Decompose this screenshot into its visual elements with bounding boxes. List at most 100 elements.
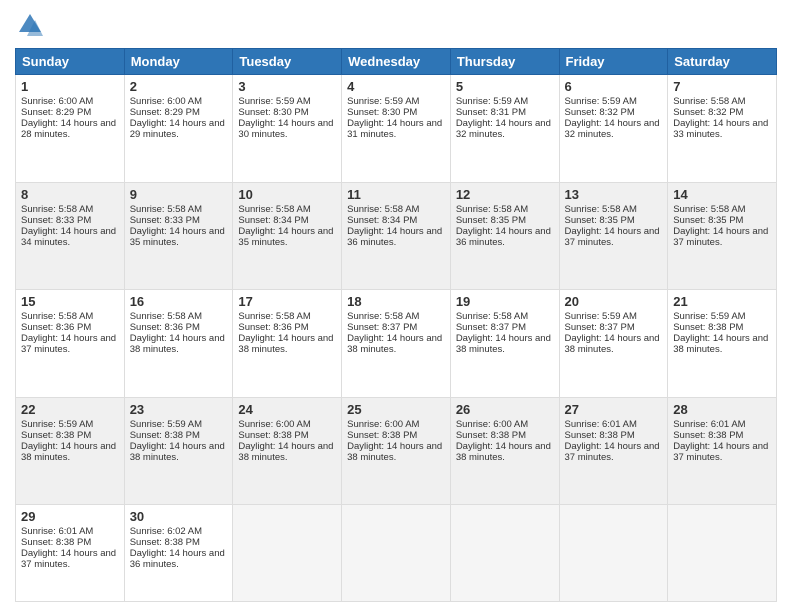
day-number: 1	[21, 79, 119, 94]
day-number: 9	[130, 187, 228, 202]
calendar-header-thursday: Thursday	[450, 49, 559, 75]
day-number: 29	[21, 509, 119, 524]
calendar-cell: 2 Sunrise: 6:00 AMSunset: 8:29 PMDaylight…	[124, 75, 233, 183]
day-number: 30	[130, 509, 228, 524]
day-info: Sunrise: 5:58 AMSunset: 8:34 PMDaylight:…	[238, 204, 333, 248]
calendar-week-row: 29 Sunrise: 6:01 AMSunset: 8:38 PMDayligh…	[16, 505, 777, 602]
calendar-header-wednesday: Wednesday	[342, 49, 451, 75]
calendar-cell: 29 Sunrise: 6:01 AMSunset: 8:38 PMDayligh…	[16, 505, 125, 602]
logo-icon	[15, 10, 45, 40]
day-number: 27	[565, 402, 663, 417]
calendar-cell: 10Sunrise: 5:58 AMSunset: 8:34 PMDayligh…	[233, 182, 342, 290]
day-number: 21	[673, 294, 771, 309]
day-number: 15	[21, 294, 119, 309]
day-info: Sunrise: 5:59 AMSunset: 8:31 PMDaylight:…	[456, 96, 551, 140]
day-info: Sunrise: 6:00 AMSunset: 8:29 PMDaylight:…	[21, 96, 116, 140]
day-info: Sunrise: 5:58 AMSunset: 8:36 PMDaylight:…	[238, 311, 333, 355]
day-info: Sunrise: 5:59 AMSunset: 8:30 PMDaylight:…	[347, 96, 442, 140]
calendar-cell: 23Sunrise: 5:59 AMSunset: 8:38 PMDayligh…	[124, 397, 233, 505]
calendar-header-friday: Friday	[559, 49, 668, 75]
day-number: 12	[456, 187, 554, 202]
day-number: 26	[456, 402, 554, 417]
day-number: 6	[565, 79, 663, 94]
day-info: Sunrise: 5:59 AMSunset: 8:38 PMDaylight:…	[673, 311, 768, 355]
page: SundayMondayTuesdayWednesdayThursdayFrid…	[0, 0, 792, 612]
day-info: Sunrise: 5:59 AMSunset: 8:37 PMDaylight:…	[565, 311, 660, 355]
calendar-week-row: 15 Sunrise: 5:58 AMSunset: 8:36 PMDayligh…	[16, 290, 777, 398]
calendar-cell: 25 Sunrise: 6:00 AMSunset: 8:38 PMDayligh…	[342, 397, 451, 505]
calendar-cell: 28 Sunrise: 6:01 AMSunset: 8:38 PMDayligh…	[668, 397, 777, 505]
day-info: Sunrise: 5:59 AMSunset: 8:32 PMDaylight:…	[565, 96, 660, 140]
day-info: Sunrise: 6:00 AMSunset: 8:38 PMDaylight:…	[347, 419, 442, 463]
day-info: Sunrise: 5:58 AMSunset: 8:36 PMDaylight:…	[130, 311, 225, 355]
day-info: Sunrise: 5:58 AMSunset: 8:35 PMDaylight:…	[565, 204, 660, 248]
calendar-table: SundayMondayTuesdayWednesdayThursdayFrid…	[15, 48, 777, 602]
day-info: Sunrise: 5:58 AMSunset: 8:34 PMDaylight:…	[347, 204, 442, 248]
calendar-cell: 17 Sunrise: 5:58 AMSunset: 8:36 PMDayligh…	[233, 290, 342, 398]
calendar-cell: 7 Sunrise: 5:58 AMSunset: 8:32 PMDaylight…	[668, 75, 777, 183]
header	[15, 10, 777, 40]
day-number: 22	[21, 402, 119, 417]
calendar-cell	[450, 505, 559, 602]
calendar-cell: 24 Sunrise: 6:00 AMSunset: 8:38 PMDayligh…	[233, 397, 342, 505]
calendar-cell: 18Sunrise: 5:58 AMSunset: 8:37 PMDayligh…	[342, 290, 451, 398]
day-number: 11	[347, 187, 445, 202]
calendar-cell	[342, 505, 451, 602]
calendar-cell: 30 Sunrise: 6:02 AMSunset: 8:38 PMDayligh…	[124, 505, 233, 602]
calendar-header-tuesday: Tuesday	[233, 49, 342, 75]
day-number: 2	[130, 79, 228, 94]
day-info: Sunrise: 6:00 AMSunset: 8:38 PMDaylight:…	[456, 419, 551, 463]
calendar-cell: 11 Sunrise: 5:58 AMSunset: 8:34 PMDayligh…	[342, 182, 451, 290]
calendar-cell: 20 Sunrise: 5:59 AMSunset: 8:37 PMDayligh…	[559, 290, 668, 398]
day-info: Sunrise: 5:58 AMSunset: 8:33 PMDaylight:…	[21, 204, 116, 248]
day-number: 19	[456, 294, 554, 309]
calendar-cell: 4 Sunrise: 5:59 AMSunset: 8:30 PMDaylight…	[342, 75, 451, 183]
calendar-cell	[668, 505, 777, 602]
calendar-cell	[233, 505, 342, 602]
calendar-header-row: SundayMondayTuesdayWednesdayThursdayFrid…	[16, 49, 777, 75]
calendar-cell: 27 Sunrise: 6:01 AMSunset: 8:38 PMDayligh…	[559, 397, 668, 505]
calendar-cell: 22 Sunrise: 5:59 AMSunset: 8:38 PMDayligh…	[16, 397, 125, 505]
day-number: 17	[238, 294, 336, 309]
calendar-cell: 13 Sunrise: 5:58 AMSunset: 8:35 PMDayligh…	[559, 182, 668, 290]
calendar-cell: 9 Sunrise: 5:58 AMSunset: 8:33 PMDaylight…	[124, 182, 233, 290]
day-number: 20	[565, 294, 663, 309]
day-info: Sunrise: 6:01 AMSunset: 8:38 PMDaylight:…	[673, 419, 768, 463]
day-number: 25	[347, 402, 445, 417]
day-number: 3	[238, 79, 336, 94]
day-info: Sunrise: 6:02 AMSunset: 8:38 PMDaylight:…	[130, 526, 225, 570]
day-info: Sunrise: 6:00 AMSunset: 8:29 PMDaylight:…	[130, 96, 225, 140]
day-number: 4	[347, 79, 445, 94]
day-info: Sunrise: 5:58 AMSunset: 8:33 PMDaylight:…	[130, 204, 225, 248]
calendar-header-sunday: Sunday	[16, 49, 125, 75]
calendar-week-row: 1 Sunrise: 6:00 AMSunset: 8:29 PMDaylight…	[16, 75, 777, 183]
day-info: Sunrise: 5:58 AMSunset: 8:37 PMDaylight:…	[456, 311, 551, 355]
day-number: 8	[21, 187, 119, 202]
day-info: Sunrise: 6:01 AMSunset: 8:38 PMDaylight:…	[565, 419, 660, 463]
calendar-cell: 21 Sunrise: 5:59 AMSunset: 8:38 PMDayligh…	[668, 290, 777, 398]
day-number: 24	[238, 402, 336, 417]
calendar-week-row: 22 Sunrise: 5:59 AMSunset: 8:38 PMDayligh…	[16, 397, 777, 505]
day-number: 28	[673, 402, 771, 417]
day-number: 18	[347, 294, 445, 309]
day-info: Sunrise: 6:01 AMSunset: 8:38 PMDaylight:…	[21, 526, 116, 570]
calendar-week-row: 8 Sunrise: 5:58 AMSunset: 8:33 PMDaylight…	[16, 182, 777, 290]
day-info: Sunrise: 5:59 AMSunset: 8:38 PMDaylight:…	[21, 419, 116, 463]
calendar-cell: 3Sunrise: 5:59 AMSunset: 8:30 PMDaylight…	[233, 75, 342, 183]
day-info: Sunrise: 5:58 AMSunset: 8:35 PMDaylight:…	[456, 204, 551, 248]
day-number: 14	[673, 187, 771, 202]
calendar-cell: 8 Sunrise: 5:58 AMSunset: 8:33 PMDaylight…	[16, 182, 125, 290]
day-number: 16	[130, 294, 228, 309]
day-info: Sunrise: 5:58 AMSunset: 8:32 PMDaylight:…	[673, 96, 768, 140]
calendar-cell: 6 Sunrise: 5:59 AMSunset: 8:32 PMDaylight…	[559, 75, 668, 183]
calendar-cell: 19 Sunrise: 5:58 AMSunset: 8:37 PMDayligh…	[450, 290, 559, 398]
calendar-header-monday: Monday	[124, 49, 233, 75]
calendar-cell: 5Sunrise: 5:59 AMSunset: 8:31 PMDaylight…	[450, 75, 559, 183]
calendar-cell: 12 Sunrise: 5:58 AMSunset: 8:35 PMDayligh…	[450, 182, 559, 290]
day-number: 7	[673, 79, 771, 94]
day-info: Sunrise: 5:58 AMSunset: 8:36 PMDaylight:…	[21, 311, 116, 355]
day-number: 13	[565, 187, 663, 202]
day-info: Sunrise: 6:00 AMSunset: 8:38 PMDaylight:…	[238, 419, 333, 463]
calendar-cell: 1 Sunrise: 6:00 AMSunset: 8:29 PMDaylight…	[16, 75, 125, 183]
calendar-cell: 15 Sunrise: 5:58 AMSunset: 8:36 PMDayligh…	[16, 290, 125, 398]
